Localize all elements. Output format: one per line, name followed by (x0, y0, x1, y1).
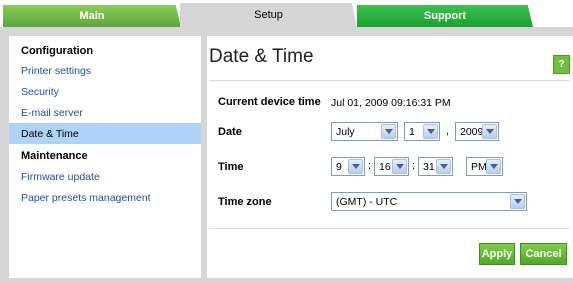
chevron-down-icon (436, 159, 451, 174)
chevron-down-icon (348, 159, 363, 174)
sidebar-item-email-server[interactable]: E-mail server (9, 102, 201, 123)
current-time-label: Current device time (218, 96, 321, 108)
time-second-value: 31 (423, 160, 435, 173)
chevron-down-icon (510, 194, 525, 209)
page-title: Date & Time (209, 46, 314, 67)
date-day-select[interactable]: 1 (404, 122, 440, 141)
time-hour-select[interactable]: 9 (331, 157, 365, 176)
date-month-value: July (336, 125, 355, 138)
chevron-down-icon (423, 124, 438, 139)
divider (209, 228, 569, 229)
sidebar-item-printer-settings[interactable]: Printer settings (9, 60, 201, 81)
timezone-value: (GMT) - UTC (336, 195, 398, 208)
divider (209, 80, 569, 81)
date-year-select[interactable]: 2009 (455, 122, 499, 141)
date-label: Date (218, 126, 242, 138)
chevron-down-icon (486, 159, 501, 174)
tab-bar: Main Setup Support (0, 0, 573, 27)
sidebar-heading-configuration: Configuration (21, 44, 94, 57)
cancel-button[interactable]: Cancel (520, 243, 567, 265)
time-ampm-value: PM (471, 160, 487, 173)
apply-button[interactable]: Apply (479, 243, 515, 265)
time-ampm-select[interactable]: PM (466, 157, 503, 176)
help-button[interactable]: ? (553, 55, 570, 74)
tab-support[interactable]: Support (357, 5, 533, 27)
time-minute-select[interactable]: 16 (374, 157, 409, 176)
chevron-down-icon (381, 124, 396, 139)
chevron-down-icon (482, 124, 497, 139)
sidebar-item-firmware-update[interactable]: Firmware update (9, 166, 201, 187)
time-separator: : (368, 160, 372, 172)
sidebar-item-paper-presets[interactable]: Paper presets management (9, 187, 201, 208)
time-minute-value: 16 (379, 160, 391, 173)
date-separator: , (446, 125, 450, 137)
sidebar-item-date-time[interactable]: Date & Time (9, 123, 201, 144)
sidebar-heading-maintenance: Maintenance (21, 149, 88, 162)
time-label: Time (218, 161, 244, 173)
date-month-select[interactable]: July (331, 122, 398, 141)
time-second-select[interactable]: 31 (418, 157, 453, 176)
current-time-value: Jul 01, 2009 09:16:31 PM (331, 97, 451, 109)
tab-main[interactable]: Main (3, 5, 181, 27)
time-separator: : (412, 160, 416, 172)
date-day-value: 1 (409, 125, 415, 138)
time-hour-value: 9 (336, 160, 342, 173)
sidebar: Configuration Printer settings Security … (9, 36, 201, 278)
tab-setup[interactable]: Setup (180, 3, 357, 27)
timezone-label: Time zone (218, 196, 272, 208)
date-year-value: 2009 (460, 125, 484, 138)
timezone-select[interactable]: (GMT) - UTC (331, 192, 527, 211)
chevron-down-icon (392, 159, 407, 174)
sidebar-item-security[interactable]: Security (9, 81, 201, 102)
main-panel: Date & Time ? Current device time Jul 01… (207, 36, 573, 278)
